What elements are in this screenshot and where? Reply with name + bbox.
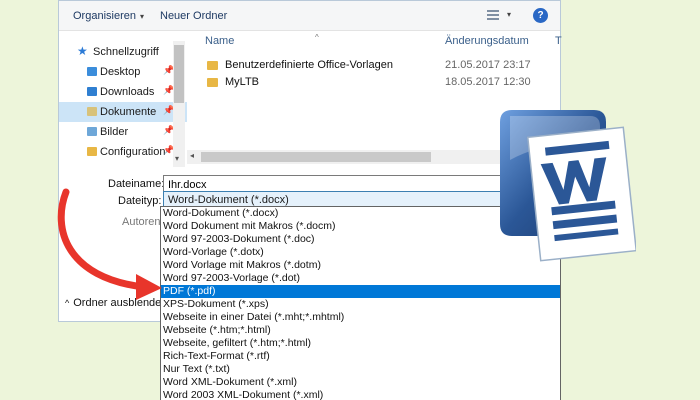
column-header-type[interactable]: T (555, 35, 562, 47)
filetype-option[interactable]: Webseite, gefiltert (*.htm;*.html) (161, 337, 560, 350)
folder-icon (87, 147, 97, 156)
sidebar-item-pictures[interactable]: Bilder 📌 (59, 122, 187, 142)
scrollbar-thumb[interactable] (201, 152, 431, 162)
organize-button[interactable]: Organisieren ▾ (73, 10, 144, 22)
filetype-option[interactable]: Rich-Text-Format (*.rtf) (161, 350, 560, 363)
file-name: MyLTB (225, 76, 260, 88)
chevron-down-icon: ▾ (139, 12, 144, 21)
sidebar-item-label: Dokumente (100, 106, 157, 118)
column-header-date[interactable]: Änderungsdatum (445, 35, 529, 47)
navigation-pane: ★ Schnellzugriff Desktop 📌 Downloads 📌 D… (59, 32, 187, 166)
sidebar-item-label: Desktop (100, 66, 141, 78)
filetype-option[interactable]: Webseite in einer Datei (*.mht;*.mhtml) (161, 311, 560, 324)
file-list-row[interactable]: MyLTB 18.05.2017 12:30 (199, 74, 562, 92)
scroll-down-icon[interactable]: ▾ (175, 154, 179, 163)
help-icon[interactable]: ? (533, 8, 548, 23)
filetype-option[interactable]: Word 2003 XML-Dokument (*.xml) (161, 389, 560, 400)
sidebar-item-configuration[interactable]: Configuration 📌 (59, 142, 187, 162)
filetype-option[interactable]: XPS-Dokument (*.xps) (161, 298, 560, 311)
new-folder-button[interactable]: Neuer Ordner (160, 10, 227, 22)
word-logo-icon (500, 110, 636, 262)
file-list-header: Name ^ Änderungsdatum T (199, 31, 562, 53)
documents-folder-icon (87, 107, 97, 116)
scroll-left-icon[interactable]: ◂ (190, 151, 194, 160)
hide-folders-toggle[interactable]: ^ Ordner ausblenden (65, 297, 167, 309)
pictures-folder-icon (87, 127, 97, 136)
file-list-row[interactable]: Benutzerdefinierte Office-Vorlagen 21.05… (199, 57, 562, 75)
sidebar-item-quick-access[interactable]: ★ Schnellzugriff (59, 42, 187, 62)
folder-icon (207, 78, 218, 87)
hide-folders-label: Ordner ausblenden (73, 297, 168, 309)
sidebar-item-documents[interactable]: Dokumente 📌 (59, 102, 187, 122)
filetype-option[interactable]: Nur Text (*.txt) (161, 363, 560, 376)
desktop-icon (87, 67, 97, 76)
file-date: 21.05.2017 23:17 (445, 59, 531, 71)
sidebar-item-downloads[interactable]: Downloads 📌 (59, 82, 187, 102)
chevron-up-icon: ^ (65, 298, 70, 308)
star-icon: ★ (77, 44, 88, 58)
file-name: Benutzerdefinierte Office-Vorlagen (225, 59, 393, 71)
sidebar-item-label: Downloads (100, 86, 155, 98)
sidebar-item-label: Schnellzugriff (93, 46, 159, 58)
nav-scrollbar[interactable]: ▾ (173, 41, 185, 167)
red-arrow-icon (57, 188, 162, 300)
sidebar-item-desktop[interactable]: Desktop 📌 (59, 62, 187, 82)
download-folder-icon (87, 87, 97, 96)
organize-label: Organisieren (73, 10, 136, 22)
toolbar: Organisieren ▾ Neuer Ordner ▾ ? (59, 1, 560, 31)
scrollbar-thumb[interactable] (174, 45, 184, 103)
filetype-option[interactable]: Word 97-2003-Vorlage (*.dot) (161, 272, 560, 285)
view-options-icon[interactable] (487, 10, 499, 21)
filetype-option[interactable]: Word XML-Dokument (*.xml) (161, 376, 560, 389)
file-date: 18.05.2017 12:30 (445, 76, 531, 88)
sidebar-item-label: Bilder (100, 126, 129, 138)
folder-icon (207, 61, 218, 70)
sort-up-icon: ^ (315, 33, 319, 42)
filetype-option[interactable]: PDF (*.pdf) (161, 285, 560, 298)
chevron-down-icon[interactable]: ▾ (507, 10, 511, 19)
filetype-option[interactable]: Webseite (*.htm;*.html) (161, 324, 560, 337)
sidebar-item-label: Configuration (100, 146, 166, 158)
column-header-name[interactable]: Name (205, 35, 234, 47)
